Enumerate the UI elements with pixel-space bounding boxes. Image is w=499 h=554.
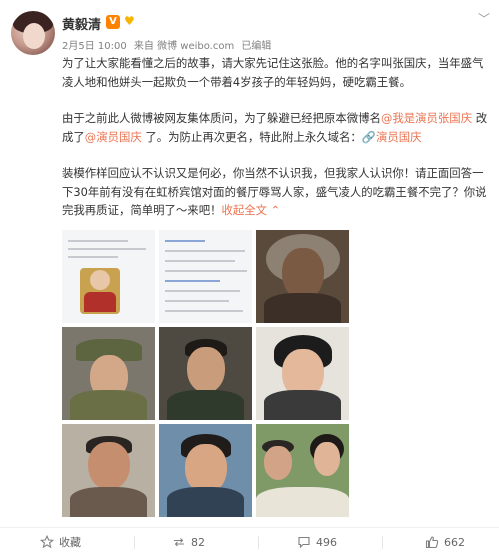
edited-label[interactable]: 已编辑 <box>241 41 271 52</box>
photo-thumbnail[interactable] <box>256 230 349 323</box>
comment-button[interactable]: 496 <box>297 533 337 551</box>
mention-link[interactable]: @我是演员张国庆 <box>381 111 472 125</box>
photo-thumbnail[interactable] <box>159 327 252 420</box>
actions-divider <box>0 527 499 528</box>
post-paragraph-1: 为了让大家能看懂之后的故事，请大家先记住这张脸。他的名字叫张国庆，当年盛气凌人地… <box>62 54 490 91</box>
post-source: 来自 微博 weibo.com <box>133 41 235 52</box>
photo-thumbnail[interactable] <box>159 230 252 323</box>
favorite-button[interactable]: 收藏 <box>40 533 81 551</box>
fan-heart-icon: ♥ <box>124 14 135 28</box>
like-count: 662 <box>444 535 465 549</box>
photo-thumbnail[interactable] <box>62 230 155 323</box>
post-paragraph-2: 由于之前此人微博被网友集体质问，为了躲避已经把原本微博名@我是演员张国庆 改成了… <box>62 109 490 146</box>
repost-count: 82 <box>191 535 205 549</box>
favorite-label: 收藏 <box>59 536 81 549</box>
photo-thumbnail[interactable] <box>62 424 155 517</box>
comment-count: 496 <box>316 535 337 549</box>
weibo-post-card: 黄毅清 V ♥ ﹀ 2月5日 10:00 来自 微博 weibo.com 已编辑… <box>0 0 499 554</box>
mention-link[interactable]: @演员国庆 <box>85 130 142 144</box>
verified-badge-icon: V <box>106 15 120 29</box>
action-separator <box>382 536 383 549</box>
repost-icon <box>174 538 184 547</box>
collapse-text-link[interactable]: 收起全文 <box>221 203 267 217</box>
chevron-down-icon[interactable]: ﹀ <box>478 10 490 27</box>
author-name[interactable]: 黄毅清 <box>62 14 101 33</box>
photo-thumbnail[interactable] <box>159 424 252 517</box>
avatar[interactable] <box>11 11 55 55</box>
photo-thumbnail[interactable] <box>256 327 349 420</box>
repost-button[interactable]: 82 <box>172 533 205 551</box>
domain-link[interactable]: 🔗演员国庆 <box>362 130 422 144</box>
post-meta: 2月5日 10:00 来自 微博 weibo.com 已编辑 <box>62 37 275 52</box>
post-date[interactable]: 2月5日 10:00 <box>62 41 127 52</box>
action-separator <box>134 536 135 549</box>
like-button[interactable]: 662 <box>425 533 465 551</box>
photo-thumbnail[interactable] <box>256 424 349 517</box>
photo-thumbnail[interactable] <box>62 327 155 420</box>
image-grid <box>62 230 350 520</box>
thumbs-up-icon <box>425 536 439 549</box>
comment-icon <box>298 536 310 549</box>
collapse-chevron-icon[interactable]: ⌃ <box>267 203 281 217</box>
post-paragraph-3: 装模作样回应认不认识又是何必，你当然不认识我，但我家人认识你！请正面回答一下30… <box>62 164 490 220</box>
star-outline-icon <box>40 535 54 549</box>
action-separator <box>258 536 259 549</box>
paragraph-text: 为了让大家能看懂之后的故事，请大家先记住这张脸。他的名字叫张国庆，当年盛气凌人地… <box>62 56 484 89</box>
paragraph-text: 由于之前此人微博被网友集体质问，为了躲避已经把原本微博名 <box>62 111 381 125</box>
paragraph-text: 了。为防止再次更名，特此附上永久域名： <box>141 129 362 144</box>
